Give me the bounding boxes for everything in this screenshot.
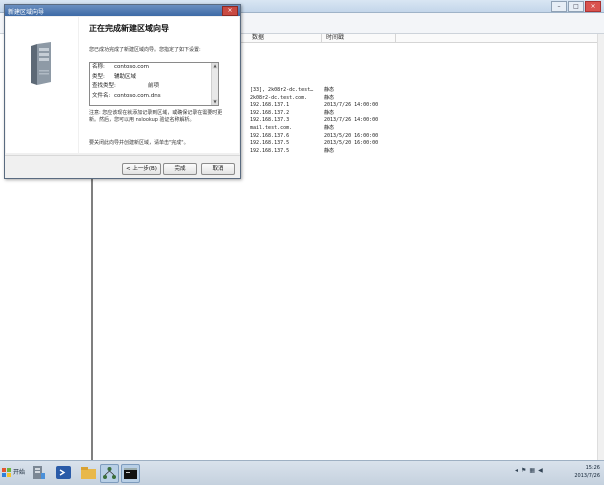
row-timestamp: 静态 (324, 147, 335, 154)
back-button[interactable]: < 上一步(B) (122, 163, 161, 175)
scroll-down-arrow-icon[interactable]: ▼ (212, 99, 218, 105)
summary-key: 类型: (92, 73, 105, 80)
row-timestamp: 静态 (324, 94, 335, 101)
column-header-timestamp[interactable]: 时间戳 (326, 34, 344, 42)
vertical-scrollbar[interactable] (597, 34, 604, 460)
row-timestamp: 2013/7/26 14:00:00 (324, 102, 379, 109)
summary-key: 文件名: (92, 92, 111, 99)
row-data: mail.test.com. (250, 124, 293, 131)
scroll-up-arrow-icon[interactable]: ▲ (212, 63, 218, 69)
finish-button[interactable]: 完成 (163, 163, 197, 175)
summary-value: 辅助区域 (114, 73, 137, 80)
flag-icon[interactable]: ⚑ (521, 467, 526, 474)
dns-manager-icon[interactable] (100, 464, 119, 483)
summary-row: 名称: contoso.com (90, 63, 218, 73)
summary-row: 类型: 辅助区域 (90, 73, 218, 83)
summary-key: 名称: (92, 64, 105, 70)
row-timestamp: 静态 (324, 109, 335, 116)
column-separator[interactable] (395, 34, 396, 42)
row-timestamp: 静态 (324, 124, 335, 131)
wizard-side-panel (6, 17, 78, 153)
taskbar: 开始 ◂ ⚑ ▦ ◀ 15:26 2013/7/26 (0, 460, 604, 485)
settings-summary-box[interactable]: 名称: contoso.com 类型: 辅助区域 查找类型: 前项 文件名: c… (89, 62, 219, 106)
row-data: 2k08r2-dc.test.com. (250, 94, 308, 101)
clock-time: 15:26 (585, 465, 600, 471)
window-controls: – □ × (551, 1, 601, 12)
row-data: 192.168.137.3 (250, 117, 290, 124)
row-data: 192.168.137.6 (250, 132, 290, 139)
column-separator[interactable] (321, 34, 322, 42)
explorer-folder-icon[interactable] (80, 464, 97, 481)
wizard-subtext: 您已成功完成了新建区域向导。您指定了如下设置: (89, 47, 201, 53)
windows-logo-icon (2, 468, 11, 477)
command-prompt-icon[interactable] (121, 464, 140, 483)
summary-extra: 前项 (148, 83, 160, 89)
dialog-close-button[interactable]: × (222, 6, 238, 16)
close-button[interactable]: × (585, 1, 601, 12)
start-button[interactable]: 开始 (2, 466, 25, 479)
row-data: 192.168.137.5 (250, 140, 290, 147)
dialog-title: 新建区域向导 (8, 9, 45, 16)
wizard-note: 注意: 您应该现在就添加记录到区域，或确保记录在需要时更新。然后，您可以用 ns… (89, 110, 223, 123)
summary-row: 查找类型: 前项 (90, 82, 218, 92)
row-timestamp: 2013/7/26 14:00:00 (324, 117, 379, 124)
row-data: 192.168.137.2 (250, 109, 290, 116)
summary-value: contoso.com.dns (114, 92, 161, 99)
system-tray: ◂ ⚑ ▦ ◀ (515, 467, 543, 474)
clock[interactable]: 15:26 2013/7/26 (574, 464, 600, 480)
dialog-titlebar[interactable]: 新建区域向导 × (5, 5, 240, 16)
clock-date: 2013/7/26 (574, 473, 600, 479)
row-timestamp: 静态 (324, 87, 335, 93)
row-data: 192.168.137.1 (250, 102, 290, 109)
wizard-heading: 正在完成新建区域向导 (89, 24, 169, 33)
cancel-button[interactable]: 取消 (201, 163, 235, 175)
network-icon[interactable]: ▦ (529, 467, 535, 474)
column-header-data[interactable]: 数据 (252, 34, 264, 42)
server-icon (31, 42, 51, 85)
minimize-button[interactable]: – (551, 1, 567, 12)
finish-instruction: 要关闭此向导并创建新区域，请单击"完成"。 (89, 140, 189, 146)
summary-key: 查找类型: (92, 83, 116, 89)
row-data: [33], 2k08r2-dc.test… (250, 87, 314, 93)
summary-row: 文件名: contoso.com.dns (90, 92, 218, 102)
volume-icon[interactable]: ◀ (538, 467, 543, 474)
row-timestamp: 2013/5/20 16:00:00 (324, 140, 379, 147)
start-label: 开始 (13, 469, 26, 476)
summary-value: contoso.com (114, 64, 150, 70)
row-data: 192.168.137.5 (250, 147, 290, 154)
maximize-button[interactable]: □ (568, 1, 584, 12)
server-manager-icon[interactable] (30, 464, 47, 481)
row-timestamp: 2013/5/20 16:00:00 (324, 132, 379, 139)
tray-arrow-icon[interactable]: ◂ (515, 467, 518, 474)
new-zone-wizard-dialog: 新建区域向导 × 正在完成新建区域向导 您已成功完成了新建区域向导。您指定了如下… (4, 4, 241, 179)
powershell-icon[interactable] (55, 464, 72, 481)
wizard-content: 正在完成新建区域向导 您已成功完成了新建区域向导。您指定了如下设置: 名称: c… (79, 17, 239, 153)
wizard-button-row: < 上一步(B) 完成 取消 (5, 155, 240, 178)
summary-scrollbar[interactable]: ▲ ▼ (211, 63, 218, 105)
